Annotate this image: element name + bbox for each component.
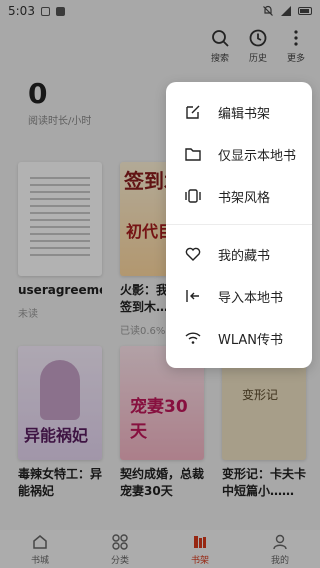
more-menu: 编辑书架 仅显示本地书 书架风格 我的藏书 导入本地书 WLAN传书 — [166, 82, 312, 368]
style-icon — [185, 189, 201, 203]
menu-item-label: 编辑书架 — [218, 106, 271, 122]
menu-item-wlan-transfer[interactable]: WLAN传书 — [166, 318, 312, 358]
menu-item-label: WLAN传书 — [218, 332, 284, 348]
menu-divider — [166, 224, 312, 225]
wifi-icon — [185, 332, 201, 344]
heart-icon — [185, 247, 201, 261]
menu-item-label: 书架风格 — [218, 190, 271, 206]
menu-item-import-local[interactable]: 导入本地书 — [166, 276, 312, 316]
menu-item-my-collection[interactable]: 我的藏书 — [166, 234, 312, 274]
menu-item-local-only[interactable]: 仅显示本地书 — [166, 134, 312, 174]
menu-item-label: 仅显示本地书 — [218, 148, 297, 164]
edit-icon — [186, 105, 200, 119]
import-icon — [186, 290, 199, 302]
menu-item-label: 导入本地书 — [218, 290, 284, 306]
folder-icon — [185, 148, 201, 161]
menu-item-label: 我的藏书 — [218, 248, 271, 264]
menu-item-edit-shelf[interactable]: 编辑书架 — [166, 92, 312, 132]
menu-item-shelf-style[interactable]: 书架风格 — [166, 176, 312, 216]
